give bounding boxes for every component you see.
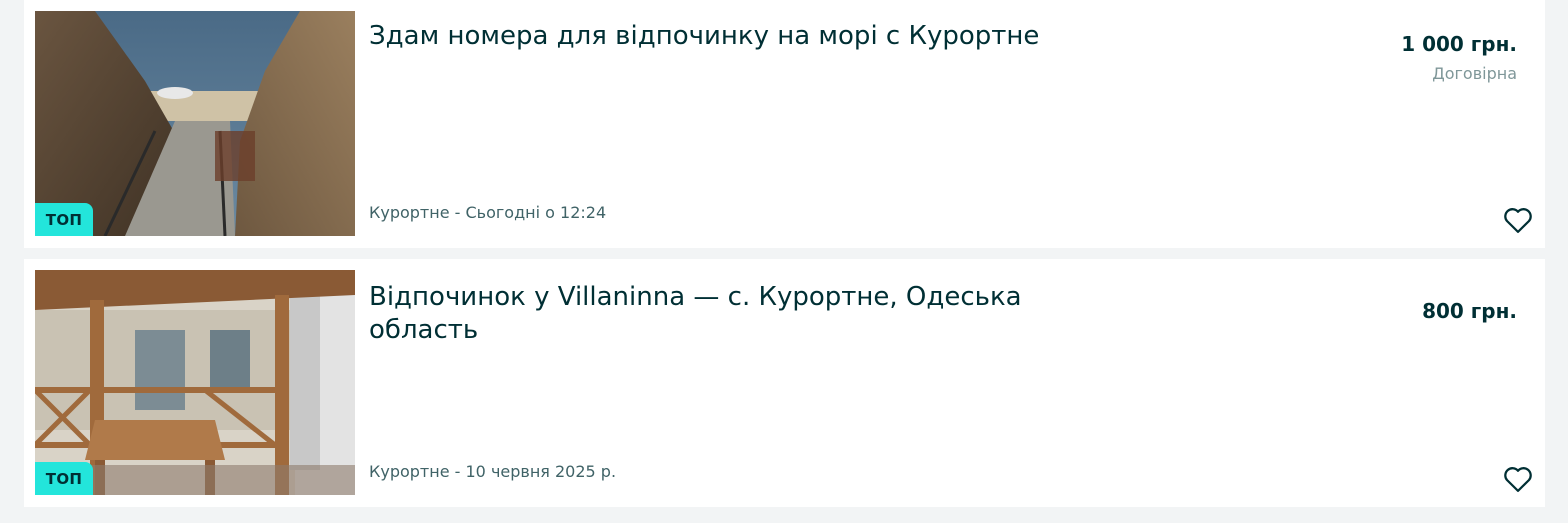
listing-location-date: Курортне - Сьогодні о 12:24 [369,203,607,222]
listing-card[interactable]: ТОП Відпочинок у Villaninna — с. Курортн… [24,259,1545,507]
listing-title[interactable]: Здам номера для відпочинку на морі с Кур… [369,20,1049,53]
listing-location-date: Курортне - 10 червня 2025 р. [369,462,617,481]
listing-photo[interactable]: ТОП [35,11,355,236]
listing-price: 800 грн. [1422,299,1517,323]
listing-price: 1 000 грн. [1401,32,1517,56]
listing-card[interactable]: ТОП Здам номера для відпочинку на морі с… [24,0,1545,248]
heart-outline-icon [1504,208,1532,233]
favorite-button[interactable] [1503,206,1533,234]
price-negotiable-label: Договірна [1432,64,1517,83]
heart-outline-icon [1504,467,1532,492]
listing-title[interactable]: Відпочинок у Villaninna — с. Курортне, О… [369,281,1049,347]
favorite-button[interactable] [1503,465,1533,493]
listing-photo[interactable]: ТОП [35,270,355,495]
top-badge: ТОП [35,203,93,236]
top-badge: ТОП [35,462,93,495]
